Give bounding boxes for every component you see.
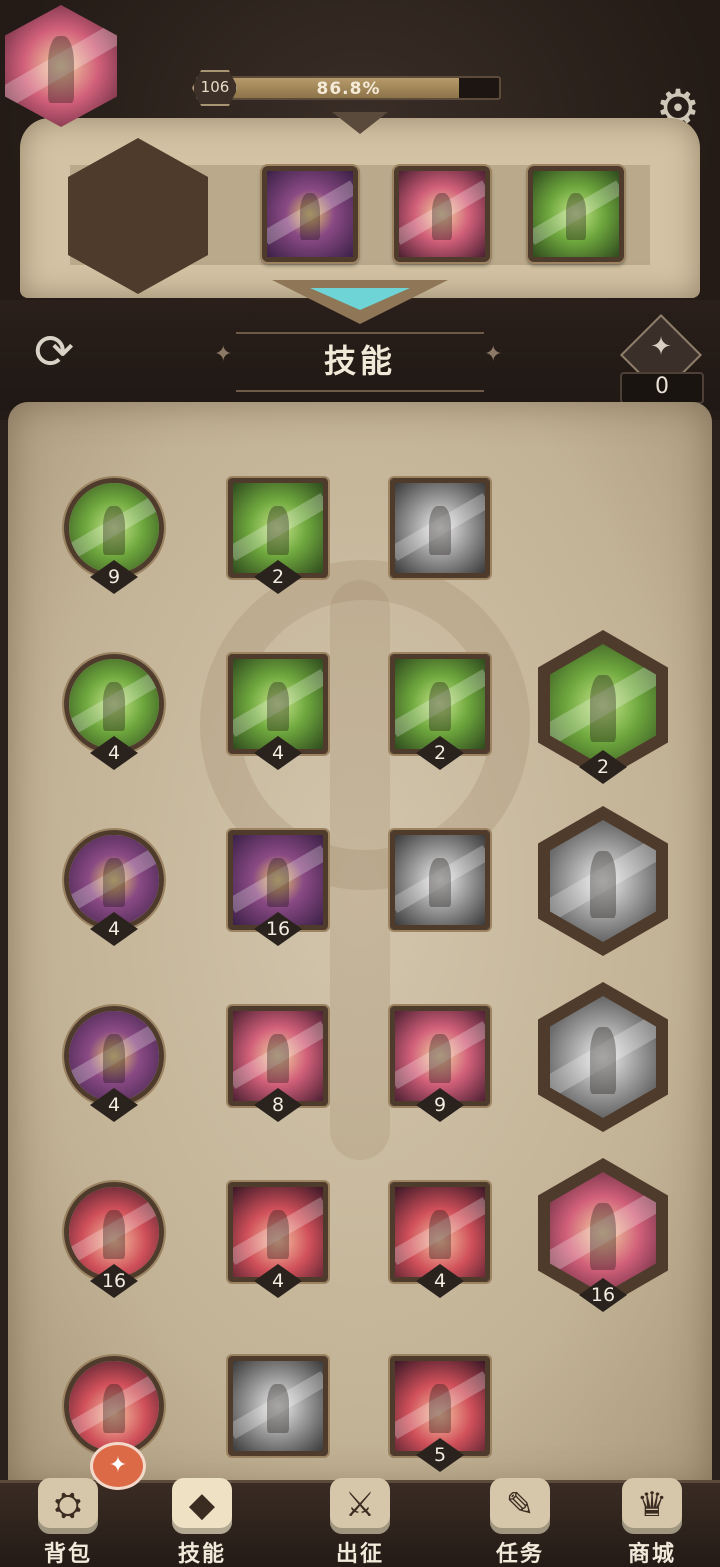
title-divider-bottom <box>236 390 484 392</box>
equipped-skill-slot-3[interactable] <box>528 166 624 262</box>
skill-points-value: 0 <box>655 374 669 399</box>
equipped-skill-icon <box>533 171 619 257</box>
skill-icon <box>69 1187 159 1277</box>
swap-icon[interactable]: ⟳ <box>22 324 86 380</box>
exp-bar: 86.8% <box>196 76 501 100</box>
equipped-skill-slot-1[interactable] <box>262 166 358 262</box>
title-divider-top <box>236 332 484 334</box>
skill-card[interactable]: 4 <box>228 654 328 770</box>
skill-card[interactable]: 16 <box>64 1182 164 1298</box>
nav-label: 出征 <box>335 1542 384 1567</box>
skill-icon <box>395 835 485 925</box>
equipped-skill-slot-2[interactable] <box>394 166 490 262</box>
crown-shop-icon: ♛ <box>622 1478 682 1534</box>
skill-icon <box>69 659 159 749</box>
skill-card[interactable] <box>64 1356 164 1456</box>
skill-icon <box>233 835 323 925</box>
skill-icon <box>69 1361 159 1451</box>
notification-badge-icon[interactable]: ✦ <box>90 1442 146 1490</box>
skill-card[interactable]: 4 <box>228 1182 328 1298</box>
skill-icon <box>69 1011 159 1101</box>
skill-icon <box>233 1361 323 1451</box>
level-number: 106 <box>200 78 230 96</box>
nav-item-skills[interactable]: ◆ 技能 <box>142 1470 262 1567</box>
skill-card[interactable] <box>390 478 490 578</box>
points-star-icon: ✦ <box>650 332 672 362</box>
skill-icon <box>233 659 323 749</box>
skill-card[interactable]: 9 <box>64 478 164 594</box>
skill-card[interactable]: 16 <box>228 830 328 946</box>
nav-label: 任务 <box>495 1542 544 1567</box>
skill-card[interactable] <box>228 1356 328 1456</box>
skill-icon <box>69 483 159 573</box>
nav-item-expedition[interactable]: ⚔ 出征 <box>300 1470 420 1567</box>
skill-icon <box>395 483 485 573</box>
skill-card[interactable]: 2 <box>538 630 668 784</box>
skill-card[interactable] <box>538 982 668 1132</box>
nav-item-tasks[interactable]: ✎ 任务 <box>460 1470 580 1567</box>
scroll-icon: ✎ <box>490 1478 550 1534</box>
skill-card[interactable]: 2 <box>390 654 490 770</box>
skill-card[interactable]: 4 <box>390 1182 490 1298</box>
skill-icon <box>395 1011 485 1101</box>
skill-card[interactable]: 2 <box>228 478 328 594</box>
skill-icon <box>233 483 323 573</box>
skill-card[interactable] <box>538 806 668 956</box>
section-title: 技能 <box>323 342 396 380</box>
skill-icon <box>395 659 485 749</box>
nav-item-shop[interactable]: ♛ 商城 <box>592 1470 712 1567</box>
skill-card[interactable]: 8 <box>228 1006 328 1122</box>
exp-percent: 86.8% <box>316 79 381 99</box>
skill-icon <box>233 1011 323 1101</box>
skill-card[interactable] <box>390 830 490 930</box>
skill-card[interactable]: 4 <box>64 654 164 770</box>
skill-card[interactable]: 16 <box>538 1158 668 1312</box>
skill-icon <box>395 1187 485 1277</box>
nav-label: 背包 <box>43 1542 92 1567</box>
equipped-skill-icon <box>267 171 353 257</box>
skill-card[interactable]: 4 <box>64 830 164 946</box>
nav-label: 商城 <box>627 1542 676 1567</box>
skill-book-icon: ◆ <box>172 1478 232 1534</box>
equipped-skill-icon <box>399 171 485 257</box>
skill-card[interactable]: 4 <box>64 1006 164 1122</box>
skill-icon <box>395 1361 485 1451</box>
skill-card[interactable]: 9 <box>390 1006 490 1122</box>
emblem-watermark-bar <box>330 580 390 1160</box>
skill-icon <box>69 835 159 925</box>
skill-icon <box>233 1187 323 1277</box>
backpack-icon: ⛭ <box>38 1478 98 1534</box>
nav-label: 技能 <box>177 1542 226 1567</box>
skill-card[interactable]: 5 <box>390 1356 490 1472</box>
sword-map-icon: ⚔ <box>330 1478 390 1534</box>
